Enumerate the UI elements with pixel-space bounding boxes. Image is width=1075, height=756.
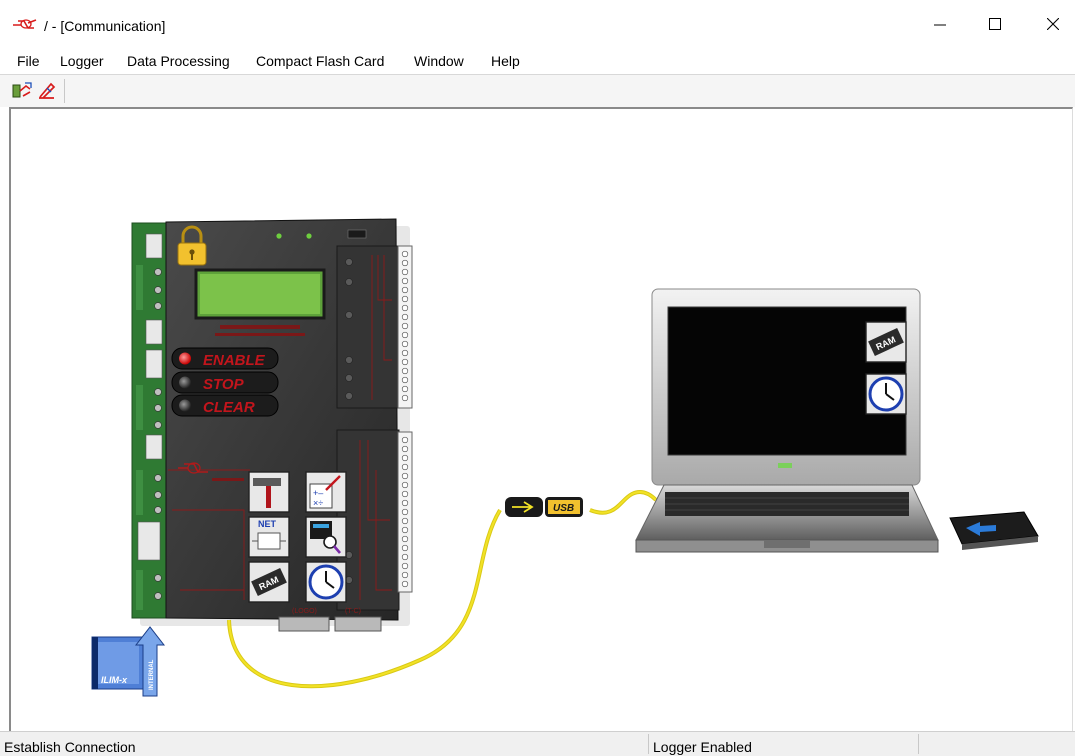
status-separator <box>918 734 919 754</box>
compact-flash-card[interactable] <box>949 511 1039 550</box>
laptop[interactable]: RAM <box>635 288 939 553</box>
port-label-logo: (LOGO) <box>292 608 317 615</box>
analysis-button[interactable] <box>305 516 347 558</box>
stop-button[interactable]: STOP <box>171 371 279 394</box>
clock-button[interactable] <box>305 561 347 603</box>
module-label: ILIM-x <box>101 675 128 685</box>
port-label-tc: (T-C) <box>345 608 361 615</box>
clear-label: CLEAR <box>203 399 255 416</box>
svg-text:×÷: ×÷ <box>313 498 323 508</box>
status-connection: Establish Connection <box>4 739 136 755</box>
status-bar: Establish Connection Logger Enabled <box>0 731 1075 756</box>
usb-label: USB <box>553 503 574 514</box>
svg-text:NET: NET <box>258 519 277 529</box>
laptop-clock-button[interactable] <box>865 373 907 415</box>
laptop-touchpad <box>764 540 810 548</box>
ram-button[interactable]: RAM <box>248 561 290 603</box>
network-button[interactable]: NET <box>248 516 290 558</box>
internal-module[interactable]: ILIM-x INTERNAL <box>91 626 166 697</box>
enable-label: ENABLE <box>203 352 266 369</box>
clock-icon <box>308 564 344 600</box>
laptop-power-led <box>778 463 792 468</box>
logger-device[interactable]: ENABLE STOP CLEAR +– ×÷ NET RAM (LOGO) (… <box>131 218 413 632</box>
svg-text:+–: +– <box>313 488 323 498</box>
laptop-ram-button[interactable]: RAM <box>865 321 907 363</box>
status-logger: Logger Enabled <box>653 739 752 755</box>
clock-icon <box>868 376 904 412</box>
connection-diagram: ENABLE STOP CLEAR +– ×÷ NET RAM (LOGO) (… <box>91 218 1039 697</box>
hammer-button[interactable] <box>248 471 290 513</box>
status-separator <box>648 734 649 754</box>
module-tag: INTERNAL <box>149 659 155 690</box>
calculator-button[interactable]: +– ×÷ <box>305 471 347 513</box>
clear-button[interactable]: CLEAR <box>171 394 279 417</box>
enable-button[interactable]: ENABLE <box>171 347 279 370</box>
usb-connector[interactable]: USB <box>505 497 583 517</box>
stop-label: STOP <box>203 376 245 393</box>
